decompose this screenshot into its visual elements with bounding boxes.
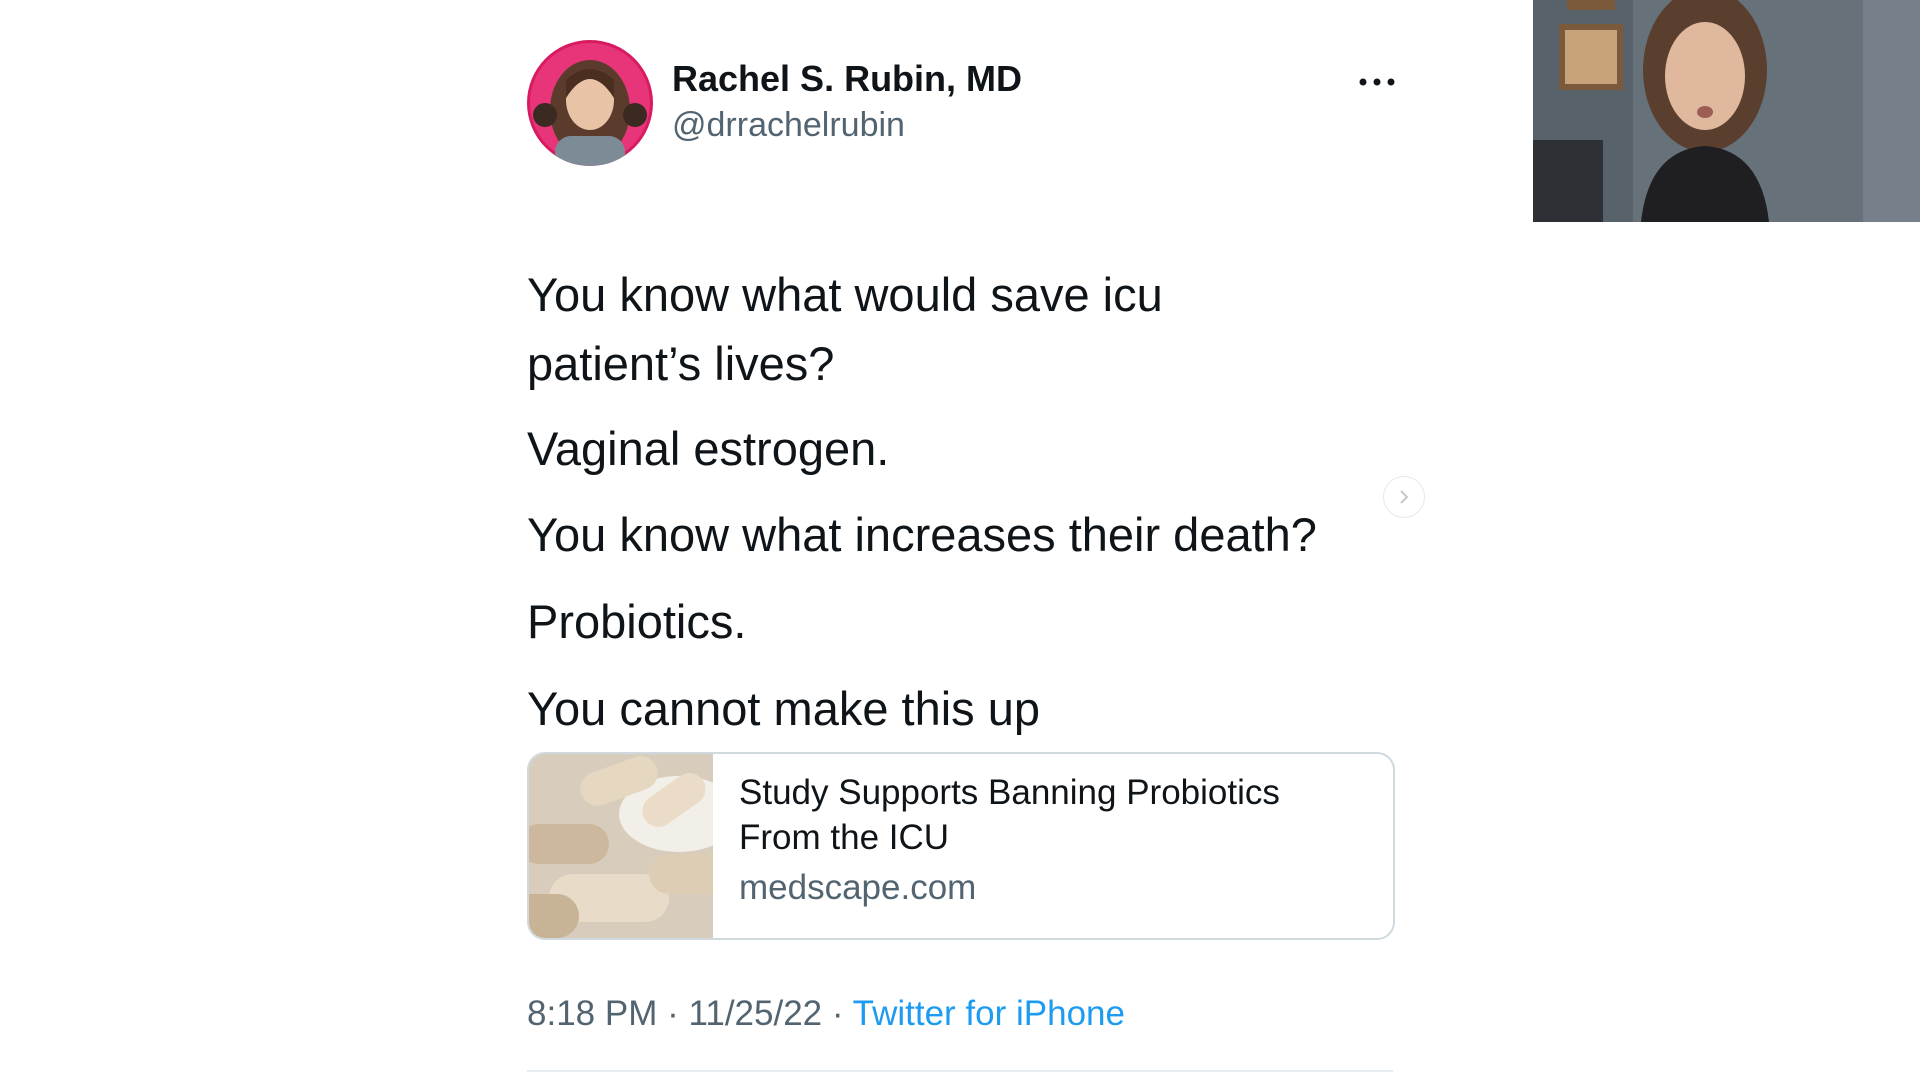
tweet-time[interactable]: 8:18 PM <box>527 994 657 1033</box>
tweet-line: Probiotics. <box>527 595 747 648</box>
tweet-line: patient’s lives? <box>527 337 835 390</box>
presenter-video <box>1533 0 1920 222</box>
screen: Rachel S. Rubin, MD @drrachelrubin You k… <box>0 0 1920 1080</box>
tweet-text: You know what would save icu patient’s l… <box>527 260 1427 743</box>
chevron-right-icon <box>1400 490 1409 504</box>
author-name[interactable]: Rachel S. Rubin, MD <box>672 58 1022 100</box>
tweet-line: Vaginal estrogen. <box>527 422 890 475</box>
tweet-line: You know what increases their death? <box>527 508 1317 561</box>
next-button[interactable] <box>1383 476 1425 518</box>
avatar[interactable] <box>527 40 653 166</box>
meta-separator: · <box>667 994 679 1033</box>
tweet-meta: 8:18 PM · 11/25/22 · Twitter for iPhone <box>527 994 1125 1034</box>
link-preview-card[interactable]: Study Supports Banning Probiotics From t… <box>527 752 1395 940</box>
capsules-image <box>529 754 739 938</box>
author-handle[interactable]: @drrachelrubin <box>672 106 905 145</box>
link-thumbnail <box>529 754 739 938</box>
meta-separator: · <box>831 994 844 1033</box>
webcam-overlay <box>1533 0 1920 222</box>
link-title: Study Supports Banning Probiotics From t… <box>739 773 1280 857</box>
tweet-line: You know what would save icu <box>527 268 1163 321</box>
link-domain: medscape.com <box>739 868 977 907</box>
divider <box>527 1070 1393 1072</box>
tweet-source-link[interactable]: Twitter for iPhone <box>853 994 1125 1033</box>
avatar-image <box>527 40 653 166</box>
more-options-button[interactable] <box>1352 70 1402 94</box>
more-horizontal-icon <box>1359 78 1395 86</box>
tweet-line: You cannot make this up <box>527 682 1041 735</box>
tweet-date[interactable]: 11/25/22 <box>688 994 822 1033</box>
